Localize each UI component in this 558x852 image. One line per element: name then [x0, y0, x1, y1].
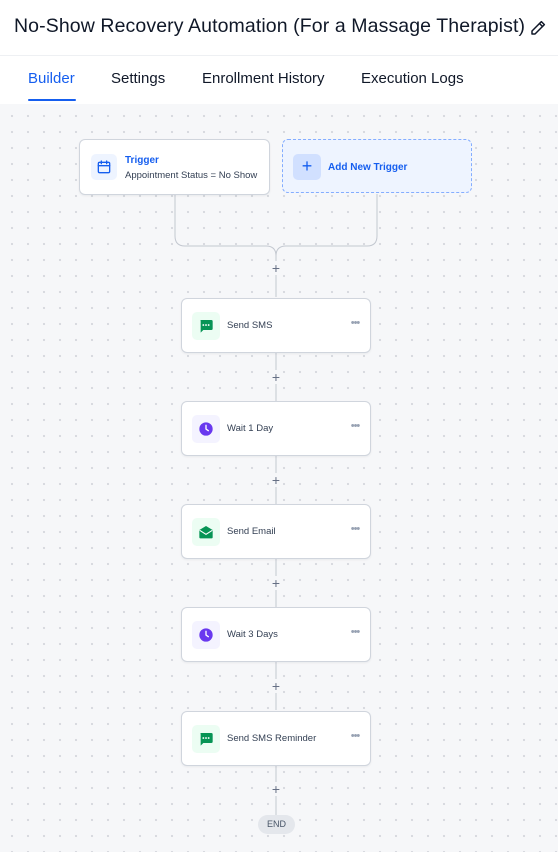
plus-icon: + — [293, 154, 321, 180]
add-step-button[interactable]: + — [269, 261, 283, 275]
add-step-button[interactable]: + — [269, 576, 283, 590]
add-new-trigger-button[interactable]: + Add New Trigger — [282, 139, 472, 193]
more-options-icon[interactable]: ••• — [347, 730, 363, 744]
trigger-card[interactable]: Trigger Appointment Status = No Show — [79, 139, 270, 195]
page-title: No-Show Recovery Automation (For a Massa… — [14, 15, 526, 37]
step-label: Send SMS Reminder — [227, 733, 317, 744]
sms-icon — [192, 725, 220, 753]
step-send-sms-reminder[interactable]: Send SMS Reminder ••• — [181, 711, 371, 766]
tab-execution-logs[interactable]: Execution Logs — [361, 70, 464, 87]
step-label: Send Email — [227, 526, 276, 537]
pencil-icon[interactable] — [529, 19, 547, 37]
add-step-button[interactable]: + — [269, 473, 283, 487]
end-node: END — [258, 815, 295, 834]
add-trigger-label: Add New Trigger — [328, 162, 408, 173]
sms-icon — [192, 312, 220, 340]
step-wait-3-days[interactable]: Wait 3 Days ••• — [181, 607, 371, 662]
tab-bar: Builder Settings Enrollment History Exec… — [0, 56, 558, 104]
clock-icon — [192, 621, 220, 649]
step-wait-1-day[interactable]: Wait 1 Day ••• — [181, 401, 371, 456]
more-options-icon[interactable]: ••• — [347, 317, 363, 331]
tab-enrollment-history[interactable]: Enrollment History — [202, 70, 325, 87]
email-icon — [192, 518, 220, 546]
add-step-button[interactable]: + — [269, 782, 283, 796]
add-step-button[interactable]: + — [269, 679, 283, 693]
tab-builder[interactable]: Builder — [28, 70, 75, 87]
active-tab-indicator — [28, 99, 76, 101]
trigger-condition: Appointment Status = No Show — [125, 170, 258, 181]
step-label: Wait 1 Day — [227, 423, 274, 434]
step-label: Send SMS — [227, 320, 273, 331]
trigger-title: Trigger — [125, 155, 159, 166]
more-options-icon[interactable]: ••• — [347, 626, 363, 640]
step-label: Wait 3 Days — [227, 629, 278, 640]
header: No-Show Recovery Automation (For a Massa… — [0, 0, 558, 56]
more-options-icon[interactable]: ••• — [347, 420, 363, 434]
tab-settings[interactable]: Settings — [111, 70, 165, 87]
add-step-button[interactable]: + — [269, 370, 283, 384]
step-send-sms[interactable]: Send SMS ••• — [181, 298, 371, 353]
step-send-email[interactable]: Send Email ••• — [181, 504, 371, 559]
more-options-icon[interactable]: ••• — [347, 523, 363, 537]
calendar-icon — [91, 154, 117, 180]
clock-icon — [192, 415, 220, 443]
